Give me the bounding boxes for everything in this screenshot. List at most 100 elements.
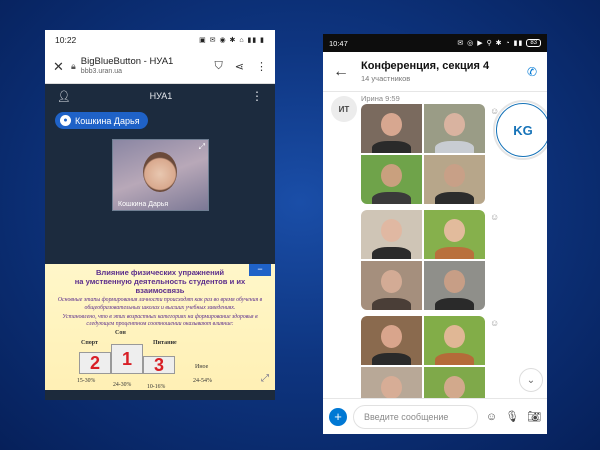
message-input[interactable] <box>353 404 478 429</box>
photo-tile[interactable] <box>424 316 485 365</box>
photo-person <box>380 218 403 243</box>
bookmark-icon[interactable]: ⛉ <box>215 60 223 73</box>
photo-tile[interactable] <box>361 155 422 204</box>
talking-indicator[interactable]: ● Кошкина Дарья <box>55 112 148 129</box>
meeting-area: 👤︎ НУА1 ⋮ ● Кошкина Дарья ⤢ Кошкина Дарь… <box>45 84 275 294</box>
status-icons: ✉ ◎ ▶ ⚲ ✱ ◔ ▮▮ <box>457 40 524 47</box>
other-label: Иное <box>195 364 209 370</box>
photo-tile[interactable] <box>424 155 485 204</box>
photo-tile[interactable] <box>361 261 422 310</box>
photo-tile[interactable] <box>424 210 485 259</box>
photo-tile[interactable] <box>424 261 485 310</box>
back-arrow-icon[interactable]: ← <box>333 63 349 81</box>
photo-tile[interactable] <box>424 104 485 153</box>
photo-person-body <box>371 141 411 153</box>
conversation-title-block[interactable]: Конференция, секция 4 14 участников <box>361 59 527 83</box>
minimize-presentation-button[interactable]: − <box>249 264 271 276</box>
podium-step-1: 1 <box>111 344 143 374</box>
microphone-icon: ● <box>60 115 71 126</box>
user-list-icon[interactable]: 👤︎ <box>57 90 71 103</box>
add-content-button[interactable]: + <box>329 407 347 426</box>
scroll-down-button[interactable]: ⌄ <box>519 368 543 392</box>
photo-person-body <box>371 353 411 365</box>
photo-person-body <box>371 298 411 310</box>
webcam-person <box>143 152 177 192</box>
presentation-slide: − Влияние физических упражнений на умств… <box>45 264 275 390</box>
podium-pct-1: 24-30% <box>113 382 132 388</box>
photo-person <box>380 324 403 349</box>
photo-person-body <box>434 298 474 310</box>
podium-label-3: Питание <box>153 340 177 346</box>
slide-paragraph-1: Основные этапы формирования личности про… <box>57 297 263 311</box>
participant-initials: KG <box>496 103 547 157</box>
share-icon[interactable]: ⋖ <box>235 60 244 73</box>
battery-indicator: 83 <box>526 39 541 47</box>
photo-person <box>380 163 403 188</box>
more-vert-icon[interactable]: ⋮ <box>256 60 267 73</box>
left-phone-screen: 10:22 ▣ ✉ ◉ ✱ ⌂ ▮▮ ▮ ✕ 🔒︎ BigBlueButton … <box>45 30 275 400</box>
photo-tile[interactable] <box>361 316 422 365</box>
photo-tile[interactable] <box>361 104 422 153</box>
browser-title-block[interactable]: BigBlueButton - НУА1 bbb3.uran.ua <box>80 56 203 76</box>
page-title: BigBlueButton - НУА1 <box>80 56 174 68</box>
message-composer: + ☺ 🎙︎ 📷︎ <box>323 398 547 434</box>
photo-tile[interactable] <box>361 210 422 259</box>
podium-graphic: Спорт Сон Питание 2 1 3 15-30% 24-30% 10… <box>77 330 197 390</box>
meeting-options-icon[interactable]: ⋮ <box>251 89 263 103</box>
fullscreen-slide-icon[interactable]: ⤢ <box>261 373 269 384</box>
podium-label-1: Сон <box>115 330 126 336</box>
camera-icon[interactable]: 📷︎ <box>527 410 541 423</box>
reaction-icon[interactable]: ☺ <box>490 318 499 328</box>
photo-person <box>443 269 466 294</box>
meeting-name: НУА1 <box>149 91 173 101</box>
reaction-icon[interactable]: ☺ <box>490 212 499 222</box>
podium-pct-2: 15-30% <box>77 378 96 384</box>
lock-icon[interactable]: 🔒︎ <box>71 61 76 72</box>
shared-photo-grid[interactable] <box>361 210 485 310</box>
status-time: 10:47 <box>329 38 348 48</box>
status-time: 10:22 <box>55 35 77 45</box>
emoji-icon[interactable]: ☺ <box>486 411 497 423</box>
right-phone-screen: 10:47 ✉ ◎ ▶ ⚲ ✱ ◔ ▮▮ 83 ← Конференция, с… <box>323 34 547 434</box>
participant-avatar[interactable]: KG <box>493 100 547 160</box>
shared-photo-grid[interactable] <box>361 104 485 204</box>
podium-label-2: Спорт <box>81 340 98 346</box>
photo-person <box>443 218 466 243</box>
slide-title: Влияние физических упражнений на умствен… <box>53 268 267 295</box>
photo-person-body <box>434 192 474 204</box>
photo-person-body <box>434 353 474 365</box>
phone-call-icon[interactable]: ✆ <box>527 65 537 79</box>
conversation-header: ← Конференция, секция 4 14 участников ✆ <box>323 52 547 92</box>
left-status-bar: 10:22 ▣ ✉ ◉ ✱ ⌂ ▮▮ ▮ <box>45 30 275 50</box>
other-pct: 24-54% <box>193 378 212 384</box>
photo-person-body <box>371 192 411 204</box>
photo-person <box>443 163 466 188</box>
photo-person <box>380 112 403 137</box>
webcam-video[interactable]: ⤢ Кошкина Дарья <box>112 139 209 211</box>
browser-toolbar: ✕ 🔒︎ BigBlueButton - НУА1 bbb3.uran.ua ⛉… <box>45 50 275 84</box>
podium-step-2: 2 <box>79 352 111 374</box>
chevron-down-icon: ⌄ <box>526 374 536 386</box>
meeting-header: 👤︎ НУА1 ⋮ <box>45 84 275 108</box>
photo-person <box>380 375 403 400</box>
webcam-label: Кошкина Дарья <box>118 201 169 208</box>
photo-person <box>443 112 466 137</box>
photo-person-body <box>434 247 474 259</box>
conversation-title: Конференция, секция 4 <box>361 60 490 73</box>
microphone-icon[interactable]: 🎙︎ <box>505 410 519 423</box>
fullscreen-icon[interactable]: ⤢ <box>199 142 205 152</box>
photo-person <box>443 375 466 400</box>
page-url: bbb3.uran.ua <box>80 67 123 75</box>
photo-person <box>443 324 466 349</box>
speaker-name: Кошкина Дарья <box>75 115 140 126</box>
close-icon[interactable]: ✕ <box>53 59 67 75</box>
podium-step-3: 3 <box>143 355 175 375</box>
status-icons: ▣ ✉ ◉ ✱ ⌂ ▮▮ ▮ <box>199 37 265 44</box>
slide-paragraph-2: Установлено, что в этих возрастных катег… <box>62 313 258 328</box>
photo-person-body <box>434 141 474 153</box>
right-status-bar: 10:47 ✉ ◎ ▶ ⚲ ✱ ◔ ▮▮ 83 <box>323 34 547 52</box>
sender-avatar[interactable]: ИТ <box>331 96 357 122</box>
slide-title-line1: Влияние физических упражнений <box>95 268 225 277</box>
podium-pct-3: 10-16% <box>147 384 166 390</box>
photo-person <box>380 269 403 294</box>
